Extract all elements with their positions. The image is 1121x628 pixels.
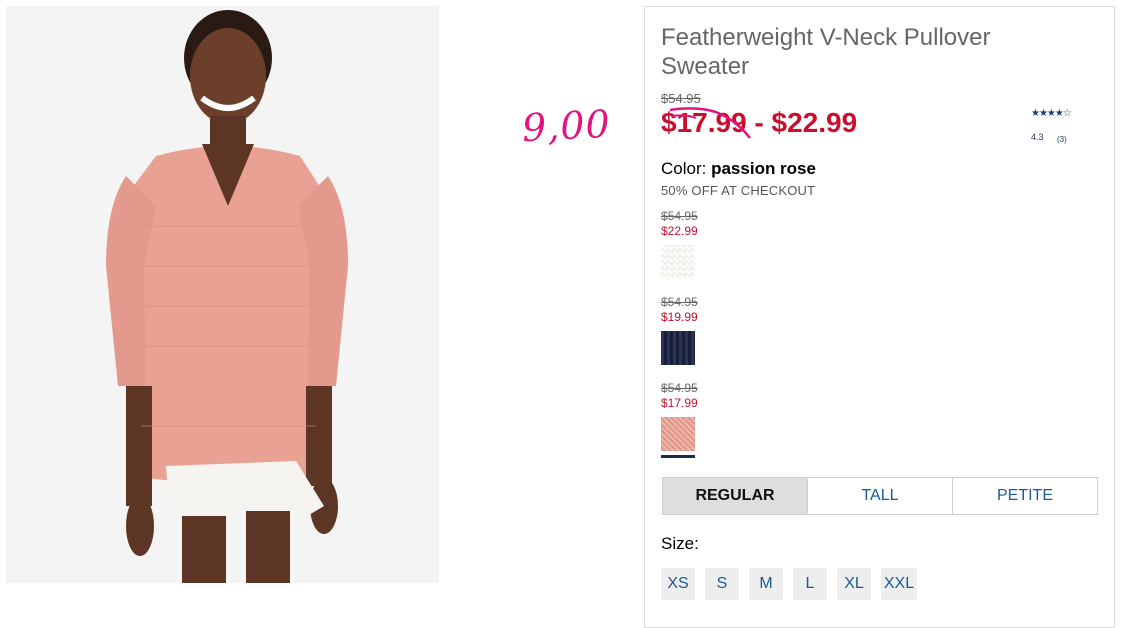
original-price: $54.95	[661, 91, 701, 106]
swatch-group-navy: $54.95 $19.99	[661, 295, 781, 365]
fit-tabs: REGULAR TALL PETITE	[662, 477, 1098, 515]
swatch-group-white: $54.95 $22.99	[661, 209, 781, 279]
rating-value: 4.3	[1031, 132, 1044, 142]
color-swatch-navy[interactable]	[661, 331, 695, 365]
selected-color-name: passion rose	[711, 159, 816, 178]
tab-tall[interactable]: TALL	[807, 478, 952, 514]
rating-stars-icon: ★★★★☆	[1031, 108, 1072, 119]
color-selection: Color: passion rose	[661, 159, 816, 179]
tab-petite[interactable]: PETITE	[952, 478, 1097, 514]
product-rating[interactable]: ★★★★☆ 4.3 (3)	[1031, 108, 1072, 144]
size-button-m[interactable]: M	[749, 568, 783, 600]
size-button-l[interactable]: L	[793, 568, 827, 600]
size-label: Size:	[661, 534, 699, 553]
size-button-xl[interactable]: XL	[837, 568, 871, 600]
color-label: Color:	[661, 159, 707, 178]
rating-count[interactable]: (3)	[1057, 135, 1067, 144]
size-button-xxl[interactable]: XXL	[881, 568, 917, 600]
model-sweater-illustration	[6, 6, 439, 583]
product-image[interactable]	[6, 6, 439, 583]
swatch-sale-price: $22.99	[661, 224, 698, 238]
sale-price-low: $17.99	[661, 107, 747, 138]
size-options: XS S M L XL XXL	[661, 568, 917, 600]
size-button-xs[interactable]: XS	[661, 568, 695, 600]
sale-price-separator: -	[754, 107, 764, 138]
sale-price-range: $17.99 - $22.99	[661, 107, 857, 139]
product-title: Featherweight V-Neck Pullover Sweater	[661, 24, 991, 80]
product-info-panel: Featherweight V-Neck Pullover Sweater $5…	[644, 6, 1115, 628]
swatch-original-price: $54.95	[661, 381, 698, 395]
swatch-original-price: $54.95	[661, 209, 698, 223]
swatch-sale-price: $19.99	[661, 310, 698, 324]
sale-price-high: $22.99	[771, 107, 858, 138]
handwritten-price-annotation: 9,00	[520, 101, 612, 151]
color-swatch-white[interactable]	[661, 245, 695, 279]
swatch-group-passion-rose: $54.95 $17.99	[661, 381, 781, 458]
swatch-sale-price: $17.99	[661, 396, 698, 410]
color-swatch-passion-rose[interactable]	[661, 417, 695, 451]
size-button-s[interactable]: S	[705, 568, 739, 600]
tab-regular[interactable]: REGULAR	[663, 478, 807, 514]
promo-text: 50% OFF AT CHECKOUT	[661, 183, 816, 198]
selected-swatch-indicator	[661, 455, 695, 458]
swatch-original-price: $54.95	[661, 295, 698, 309]
